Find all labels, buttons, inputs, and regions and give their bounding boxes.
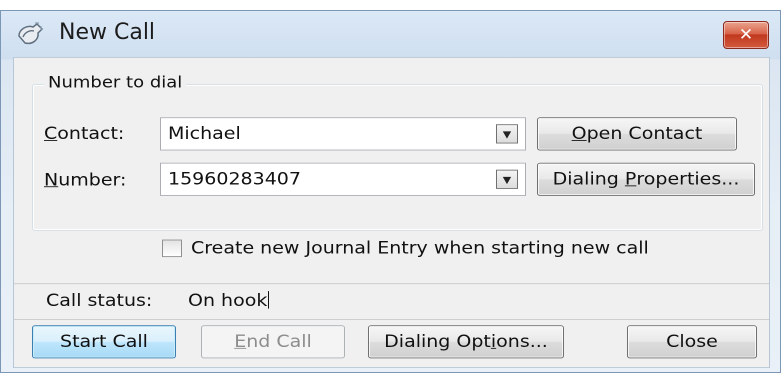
journal-entry-label[interactable]: Create new Journal Entry when starting n…	[191, 239, 649, 258]
number-value[interactable]: 15960283407	[168, 170, 301, 189]
close-button[interactable]: Close	[627, 325, 757, 359]
end-call-button[interactable]: End Call	[201, 325, 345, 359]
contact-value[interactable]: Michael	[168, 124, 241, 143]
journal-entry-option[interactable]: Create new Journal Entry when starting n…	[162, 237, 649, 260]
number-to-dial-group	[32, 84, 763, 231]
window-title: New Call	[59, 20, 156, 45]
number-label: Number:	[44, 170, 127, 190]
dialog-body: Number to dial Contact: Michael ▼ Open C…	[13, 57, 770, 369]
contact-label: Contact:	[44, 124, 125, 144]
close-icon: ✕	[738, 25, 754, 45]
number-combobox[interactable]: 15960283407 ▼	[160, 162, 526, 196]
call-status-label: Call status:	[46, 291, 153, 311]
contact-combobox[interactable]: Michael ▼	[160, 117, 526, 151]
dialing-properties-button[interactable]: Dialing Properties...	[537, 162, 755, 196]
start-call-button[interactable]: Start Call	[32, 325, 176, 359]
open-contact-button[interactable]: Open Contact	[537, 117, 737, 151]
call-status-value: On hook	[188, 291, 270, 311]
close-window-button[interactable]: ✕	[723, 21, 769, 49]
background-top-strip	[0, 0, 781, 10]
chevron-down-icon[interactable]: ▼	[496, 124, 518, 144]
journal-entry-checkbox[interactable]	[162, 239, 182, 258]
title-bar[interactable]: New Call ✕	[1, 11, 780, 57]
chevron-down-icon[interactable]: ▼	[496, 169, 518, 189]
phone-icon	[15, 21, 45, 47]
dialing-options-button[interactable]: Dialing Opt i ons...	[368, 325, 564, 359]
call-status-bar: Call status: On hook	[14, 283, 769, 320]
group-label: Number to dial	[44, 73, 187, 92]
new-call-dialog: New Call ✕ Number to dial Contact: Micha…	[0, 10, 781, 373]
